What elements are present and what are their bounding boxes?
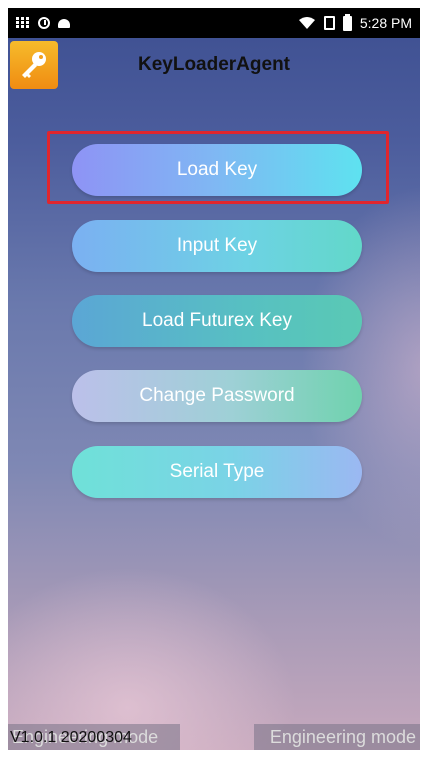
status-bar: 5:28 PM: [8, 8, 420, 38]
engineering-mode-button-right[interactable]: Engineering mode: [254, 724, 420, 750]
app-title: KeyLoaderAgent: [137, 54, 291, 75]
footer: Engineering mode V1.0.1 20200304 Enginee…: [8, 724, 420, 750]
version-label: V1.0.1 20200304: [10, 729, 132, 746]
status-time: 5:28 PM: [359, 15, 412, 31]
load-futurex-key-button[interactable]: Load Futurex Key: [72, 295, 362, 347]
status-right-icons: 5:28 PM: [298, 13, 412, 31]
change-password-button[interactable]: Change Password: [72, 370, 362, 422]
status-left-icons: [16, 17, 70, 29]
app-screen: 5:28 PM KeyLoaderAgent Load Key Input Ke…: [8, 8, 420, 750]
grid-icon: [16, 17, 30, 29]
sim-icon: [323, 16, 335, 30]
wifi-icon: [298, 17, 315, 29]
input-key-button[interactable]: Input Key: [72, 220, 362, 272]
clock-icon: [38, 17, 50, 29]
android-icon: [58, 18, 70, 28]
load-key-button[interactable]: Load Key: [72, 144, 362, 196]
app-bar: KeyLoaderAgent: [8, 38, 420, 94]
battery-icon: [342, 13, 352, 31]
serial-type-button[interactable]: Serial Type: [72, 446, 362, 498]
